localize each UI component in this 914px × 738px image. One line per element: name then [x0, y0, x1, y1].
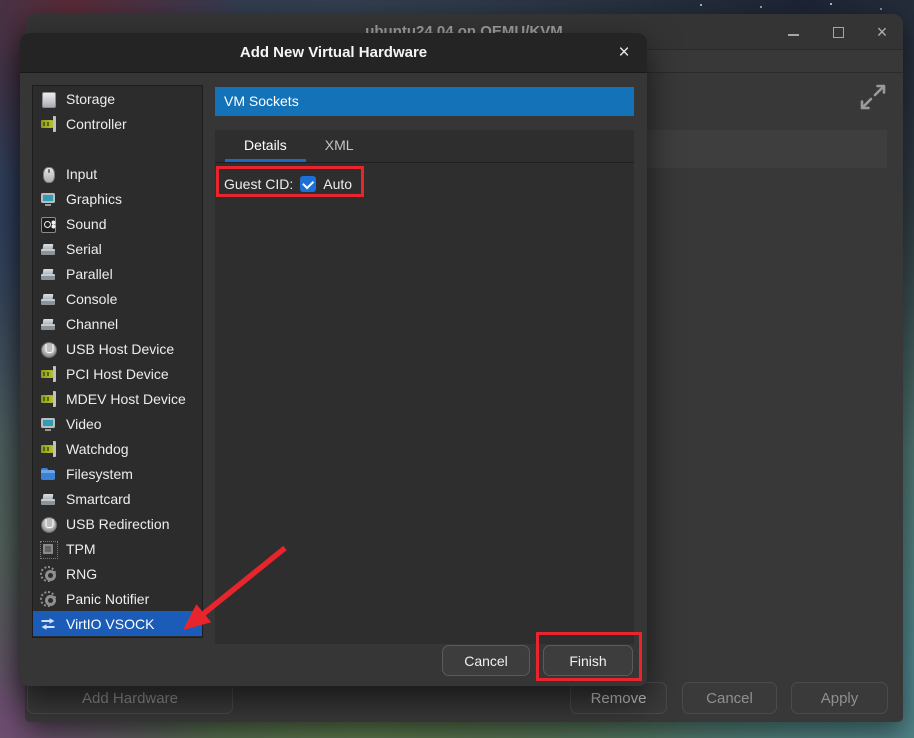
tpm-chip-icon [40, 541, 56, 557]
sidebar-item-storage[interactable]: Storage [33, 86, 202, 111]
remove-button[interactable]: Remove [570, 682, 667, 714]
device-icon [40, 241, 56, 257]
sidebar-item-label: Controller [66, 116, 127, 132]
device-icon [40, 266, 56, 282]
sidebar-item-label: Storage [66, 91, 115, 107]
sidebar-item-label: RNG [66, 566, 97, 582]
sidebar-item-parallel[interactable]: Parallel [33, 261, 202, 286]
sidebar-item-usb-redirection[interactable]: USB Redirection [33, 511, 202, 536]
mouse-icon [40, 166, 56, 182]
disk-icon [40, 91, 56, 107]
auto-checkbox[interactable] [300, 176, 316, 192]
chip-icon [40, 391, 56, 407]
sidebar-item-pci-host[interactable]: PCI Host Device [33, 361, 202, 386]
sidebar-item-smartcard[interactable]: Smartcard [33, 486, 202, 511]
sidebar-item-label: TPM [66, 541, 96, 557]
sidebar-item-label: Filesystem [66, 466, 133, 482]
sidebar-item-panic-notifier[interactable]: Panic Notifier [33, 586, 202, 611]
guest-cid-label: Guest CID: [224, 176, 293, 192]
speaker-icon [40, 216, 56, 232]
panel-title: VM Sockets [215, 87, 634, 116]
sidebar-item-label: Console [66, 291, 117, 307]
minimize-icon[interactable] [787, 25, 801, 39]
dialog-close-icon[interactable]: × [611, 33, 637, 73]
sidebar-item-label: Serial [66, 241, 102, 257]
sidebar-item-video[interactable]: Video [33, 411, 202, 436]
sidebar-item-serial[interactable]: Serial [33, 236, 202, 261]
sidebar-item-label: Input [66, 166, 97, 182]
wallpaper-stars [700, 4, 702, 6]
finish-button[interactable]: Finish [543, 645, 633, 676]
sidebar-item-label: Sound [66, 216, 106, 232]
sidebar-item-filesystem[interactable]: Filesystem [33, 461, 202, 486]
sidebar-item-usb-host[interactable]: USB Host Device [33, 336, 202, 361]
usb-icon [40, 341, 56, 357]
device-icon [40, 491, 56, 507]
vsock-arrows-icon [40, 616, 56, 632]
auto-checkbox-label[interactable]: Auto [323, 176, 352, 192]
sidebar-item-input[interactable]: Input [33, 161, 202, 186]
dialog-title: Add New Virtual Hardware [20, 33, 647, 73]
apply-button[interactable]: Apply [791, 682, 888, 714]
dialog-titlebar[interactable]: Add New Virtual Hardware × [20, 33, 647, 73]
sidebar-item-label: USB Host Device [66, 341, 174, 357]
chip-icon [40, 116, 56, 132]
sidebar-item-label: PCI Host Device [66, 366, 169, 382]
blank-icon [40, 141, 56, 157]
cancel-button[interactable]: Cancel [442, 645, 530, 676]
close-icon[interactable]: × [875, 25, 889, 39]
sidebar-item-label: Video [66, 416, 102, 432]
sidebar-item-console[interactable]: Console [33, 286, 202, 311]
add-hardware-button[interactable]: Add Hardware [27, 682, 233, 714]
display-icon [40, 191, 56, 207]
maximize-icon[interactable] [831, 25, 845, 39]
tab-bar: Details XML [215, 130, 634, 163]
gear-icon [40, 566, 56, 582]
sidebar-item-label: VirtIO VSOCK [66, 616, 154, 632]
sidebar-item-label: Graphics [66, 191, 122, 207]
add-hardware-dialog: Add New Virtual Hardware × Storage Contr… [20, 33, 647, 686]
sidebar-item-label: USB Redirection [66, 516, 170, 532]
sidebar-item-graphics[interactable]: Graphics [33, 186, 202, 211]
sidebar-item-watchdog[interactable]: Watchdog [33, 436, 202, 461]
sidebar-item-label: Watchdog [66, 441, 129, 457]
folder-icon [40, 466, 56, 482]
window-cancel-button[interactable]: Cancel [682, 682, 777, 714]
sidebar-item-rng[interactable]: RNG [33, 561, 202, 586]
tab-details[interactable]: Details [225, 130, 306, 162]
sidebar-item-virtio-vsock[interactable]: VirtIO VSOCK [33, 611, 202, 636]
sidebar-item-label: MDEV Host Device [66, 391, 186, 407]
sidebar-item-empty[interactable] [33, 136, 202, 161]
sidebar-item-tpm[interactable]: TPM [33, 536, 202, 561]
hardware-type-list: Storage Controller Input Graphics Sound … [32, 85, 203, 638]
sidebar-item-mdev-host[interactable]: MDEV Host Device [33, 386, 202, 411]
chip-icon [40, 366, 56, 382]
sidebar-item-label: Panic Notifier [66, 591, 149, 607]
sidebar-item-channel[interactable]: Channel [33, 311, 202, 336]
sidebar-item-label: Smartcard [66, 491, 131, 507]
device-icon [40, 291, 56, 307]
device-config-panel: Details XML Guest CID: Auto [215, 130, 634, 644]
chip-icon [40, 441, 56, 457]
device-icon [40, 316, 56, 332]
sidebar-item-label: Channel [66, 316, 118, 332]
tab-xml[interactable]: XML [306, 130, 373, 162]
gear-icon [40, 591, 56, 607]
display-icon [40, 416, 56, 432]
sidebar-item-sound[interactable]: Sound [33, 211, 202, 236]
sidebar-item-label: Parallel [66, 266, 113, 282]
fullscreen-expand-icon[interactable] [858, 82, 888, 112]
guest-cid-row: Guest CID: Auto [224, 172, 634, 196]
usb-icon [40, 516, 56, 532]
sidebar-item-controller[interactable]: Controller [33, 111, 202, 136]
